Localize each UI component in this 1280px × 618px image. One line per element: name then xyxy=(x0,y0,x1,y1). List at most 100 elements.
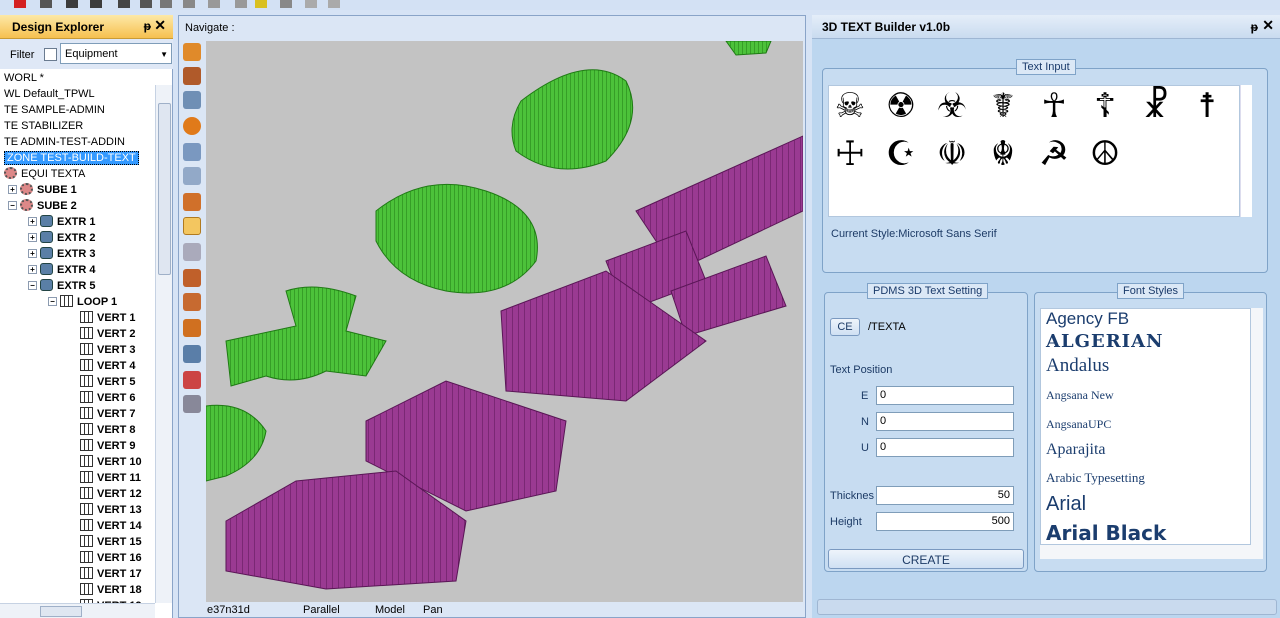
tree-node[interactable]: VERT 9 xyxy=(80,438,136,454)
zoom-window-icon[interactable] xyxy=(183,91,201,109)
font-list-item[interactable]: Arabic Typesetting xyxy=(1046,470,1145,486)
expand-icon[interactable]: + xyxy=(28,249,37,258)
tree-node[interactable]: VERT 16 xyxy=(80,550,142,566)
symbol-text-area[interactable]: ☠ ☢ ☣ ☤ ☥ ☦ ☧ ☨ ☩ ☪ ☫ ☬ ☭ ☮ xyxy=(828,85,1240,217)
scroll-thumb[interactable] xyxy=(40,606,82,617)
tree-node[interactable]: − EXTR 5 xyxy=(28,278,96,294)
ce-button[interactable]: CE xyxy=(830,318,860,336)
tool3-icon[interactable] xyxy=(208,0,220,8)
u-input[interactable]: 0 xyxy=(876,438,1014,457)
tree-node[interactable]: TE ADMIN-TEST-ADDIN xyxy=(4,134,125,150)
view-box-icon[interactable] xyxy=(183,43,201,61)
close-icon[interactable]: ✕ xyxy=(1262,17,1274,34)
tree-node[interactable]: VERT 7 xyxy=(80,406,136,422)
close-icon[interactable]: ✕ xyxy=(154,17,166,34)
highlight-icon[interactable] xyxy=(255,0,267,8)
tree-node[interactable]: VERT 1 xyxy=(80,310,136,326)
tool2-icon[interactable] xyxy=(140,0,152,8)
walk-icon[interactable] xyxy=(183,243,201,261)
collapse-icon[interactable]: − xyxy=(28,281,37,290)
tree-node[interactable]: VERT 14 xyxy=(80,518,142,534)
tree-node[interactable]: VERT 10 xyxy=(80,454,142,470)
pin-icon[interactable]: ᵽ xyxy=(144,19,151,33)
collapse-icon[interactable]: − xyxy=(48,297,57,306)
tree-node[interactable]: − SUBE 2 xyxy=(8,198,77,214)
font-list-item[interactable]: Aparajita xyxy=(1046,441,1106,459)
tree-node[interactable]: WL Default_TPWL xyxy=(4,86,95,102)
font-list-horizontal-scrollbar[interactable] xyxy=(1040,545,1263,559)
tree-horizontal-scrollbar[interactable] xyxy=(0,603,155,618)
tree-node[interactable]: + SUBE 1 xyxy=(8,182,77,198)
font-list-item[interactable]: Andalus xyxy=(1046,355,1109,377)
thickness-input[interactable]: 50 xyxy=(876,486,1014,505)
tree-node[interactable]: TE SAMPLE-ADMIN xyxy=(4,102,105,118)
clip-icon[interactable] xyxy=(183,319,201,337)
ce-icon[interactable] xyxy=(183,293,201,311)
pin-icon[interactable]: ᵽ xyxy=(1251,20,1258,34)
tree-node[interactable]: EQUI TEXTA xyxy=(4,166,85,182)
expand-icon[interactable]: + xyxy=(8,185,17,194)
back-icon[interactable] xyxy=(66,0,78,8)
scroll-thumb[interactable] xyxy=(158,103,171,275)
tree-node[interactable]: VERT 5 xyxy=(80,374,136,390)
tree-node[interactable]: + EXTR 2 xyxy=(28,230,96,246)
axes-icon[interactable] xyxy=(183,371,201,389)
text-input-scrollbar[interactable] xyxy=(1240,85,1252,217)
tree-node[interactable]: − LOOP 1 xyxy=(48,294,117,310)
tree-node[interactable]: + EXTR 3 xyxy=(28,246,96,262)
tree-node[interactable]: + EXTR 4 xyxy=(28,262,96,278)
refresh-icon[interactable] xyxy=(183,345,201,363)
zoom-icon[interactable] xyxy=(183,143,201,161)
font-list-vertical-scrollbar[interactable] xyxy=(1251,308,1263,545)
font-list-item[interactable]: Arial Black xyxy=(1046,521,1166,544)
orbit-icon[interactable] xyxy=(183,117,201,135)
expand-icon[interactable]: + xyxy=(28,217,37,226)
filter-checkbox[interactable] xyxy=(44,48,57,61)
height-input[interactable]: 500 xyxy=(876,512,1014,531)
cut-icon[interactable] xyxy=(160,0,172,8)
tree-node[interactable]: VERT 4 xyxy=(80,358,136,374)
create-button[interactable]: CREATE xyxy=(828,549,1024,569)
expand-icon[interactable]: + xyxy=(28,233,37,242)
font-list-item[interactable]: Angsana New xyxy=(1046,388,1114,403)
forward-icon[interactable] xyxy=(90,0,102,8)
tree-node[interactable]: VERT 2 xyxy=(80,326,136,342)
tree-node[interactable]: VERT 8 xyxy=(80,422,136,438)
grid-icon[interactable] xyxy=(280,0,292,8)
tree-node[interactable]: ZONE TEST-BUILD-TEXT xyxy=(4,150,139,166)
tree-node[interactable]: WORL * xyxy=(4,70,44,86)
tree-vertical-scrollbar[interactable] xyxy=(155,85,172,603)
undo-icon[interactable] xyxy=(305,0,317,8)
tree-node[interactable]: VERT 3 xyxy=(80,342,136,358)
zoom-select-icon[interactable] xyxy=(183,67,201,85)
tree-node[interactable]: + EXTR 1 xyxy=(28,214,96,230)
tree-node[interactable]: VERT 11 xyxy=(80,470,141,486)
pan-icon[interactable] xyxy=(183,217,201,235)
stop-icon[interactable] xyxy=(14,0,26,8)
collapse-icon[interactable]: − xyxy=(8,201,17,210)
tree-node[interactable]: VERT 15 xyxy=(80,534,142,550)
tree-node[interactable]: VERT 12 xyxy=(80,486,142,502)
measure-icon[interactable] xyxy=(183,269,201,287)
e-input[interactable]: 0 xyxy=(876,386,1014,405)
3d-viewport[interactable] xyxy=(206,41,803,602)
font-list[interactable]: Agency FB ALGERIAN Andalus Angsana New Angsa… xyxy=(1040,308,1251,545)
rotate-icon[interactable] xyxy=(183,193,201,211)
expand-icon[interactable]: + xyxy=(28,265,37,274)
font-list-item[interactable]: AngsanaUPC xyxy=(1046,417,1111,432)
redo-icon[interactable] xyxy=(328,0,340,8)
save-icon[interactable] xyxy=(40,0,52,8)
tree-node[interactable]: VERT 13 xyxy=(80,502,142,518)
tool-icon[interactable] xyxy=(118,0,130,8)
zoom-in-icon[interactable] xyxy=(183,167,201,185)
font-list-item[interactable]: ALGERIAN xyxy=(1046,331,1164,352)
settings-icon[interactable] xyxy=(183,395,201,413)
font-list-item[interactable]: Agency FB xyxy=(1046,309,1129,329)
list-icon[interactable] xyxy=(183,0,195,8)
font-list-item[interactable]: Arial xyxy=(1046,493,1086,516)
tree-node[interactable]: VERT 6 xyxy=(80,390,136,406)
tool4-icon[interactable] xyxy=(235,0,247,8)
n-input[interactable]: 0 xyxy=(876,412,1014,431)
filter-select[interactable]: Equipment ▼ xyxy=(60,43,172,64)
tree-node[interactable]: VERT 18 xyxy=(80,582,142,598)
